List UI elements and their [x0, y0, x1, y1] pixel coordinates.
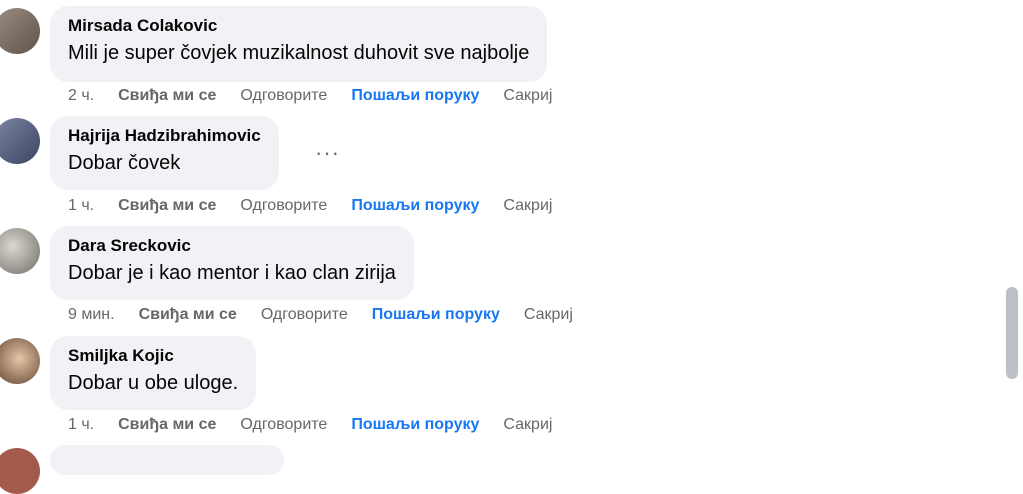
- comment-time[interactable]: 9 мин.: [68, 306, 115, 324]
- send-message-button[interactable]: Пошаљи поруку: [351, 416, 479, 434]
- comment-bubble: Hajrija Hadzibrahimovic Dobar čovek: [50, 116, 279, 190]
- like-button[interactable]: Свиђа ми се: [118, 87, 216, 105]
- hide-button[interactable]: Сакриј: [503, 197, 552, 215]
- comment-author[interactable]: Mirsada Colakovic: [68, 16, 529, 36]
- comment-bubble: Mirsada Colakovic Mili je super čovjek m…: [50, 6, 548, 82]
- avatar[interactable]: [0, 338, 40, 384]
- comment-actions: 1 ч. Свиђа ми се Одговорите Пошаљи порук…: [68, 416, 576, 434]
- send-message-button[interactable]: Пошаљи поруку: [351, 87, 479, 105]
- reply-button[interactable]: Одговорите: [240, 197, 327, 215]
- avatar[interactable]: [0, 228, 40, 274]
- comment-bubble: Smiljka Kojic Dobar u obe uloge.: [50, 336, 257, 410]
- comment-time[interactable]: 1 ч.: [68, 197, 94, 215]
- comment-author[interactable]: Dara Sreckovic: [68, 236, 396, 256]
- comment-bubble: [50, 445, 284, 475]
- more-options-icon[interactable]: ···: [315, 140, 340, 166]
- scrollbar[interactable]: [1006, 287, 1018, 379]
- comment-author[interactable]: Smiljka Kojic: [68, 346, 238, 366]
- reply-button[interactable]: Одговорите: [240, 416, 327, 434]
- avatar[interactable]: [0, 448, 40, 494]
- send-message-button[interactable]: Пошаљи поруку: [351, 197, 479, 215]
- comment-actions: 1 ч. Свиђа ми се Одговорите Пошаљи порук…: [68, 197, 576, 215]
- comment-actions: 9 мин. Свиђа ми се Одговорите Пошаљи пор…: [68, 306, 597, 324]
- comment-author[interactable]: Hajrija Hadzibrahimovic: [68, 126, 261, 146]
- avatar[interactable]: [0, 118, 40, 164]
- hide-button[interactable]: Сакриј: [503, 87, 552, 105]
- reply-button[interactable]: Одговорите: [261, 306, 348, 324]
- comment-time[interactable]: 1 ч.: [68, 416, 94, 434]
- comment-text: Mili je super čovjek muzikalnost duhovit…: [68, 42, 530, 64]
- comment-time[interactable]: 2 ч.: [68, 87, 94, 105]
- like-button[interactable]: Свиђа ми се: [118, 197, 216, 215]
- comment-actions: 2 ч. Свиђа ми се Одговорите Пошаљи порук…: [68, 87, 576, 105]
- comment-text: Dobar je i kao mentor i kao clan zirija: [68, 262, 396, 284]
- hide-button[interactable]: Сакриј: [524, 306, 573, 324]
- send-message-button[interactable]: Пошаљи поруку: [372, 306, 500, 324]
- comment-text: Dobar u obe uloge.: [68, 372, 239, 394]
- like-button[interactable]: Свиђа ми се: [118, 416, 216, 434]
- comment-bubble: Dara Sreckovic Dobar je i kao mentor i k…: [50, 226, 414, 300]
- hide-button[interactable]: Сакриј: [503, 416, 552, 434]
- comment-text: Dobar čovek: [68, 152, 181, 174]
- like-button[interactable]: Свиђа ми се: [139, 306, 237, 324]
- reply-button[interactable]: Одговорите: [240, 87, 327, 105]
- avatar[interactable]: [0, 8, 40, 54]
